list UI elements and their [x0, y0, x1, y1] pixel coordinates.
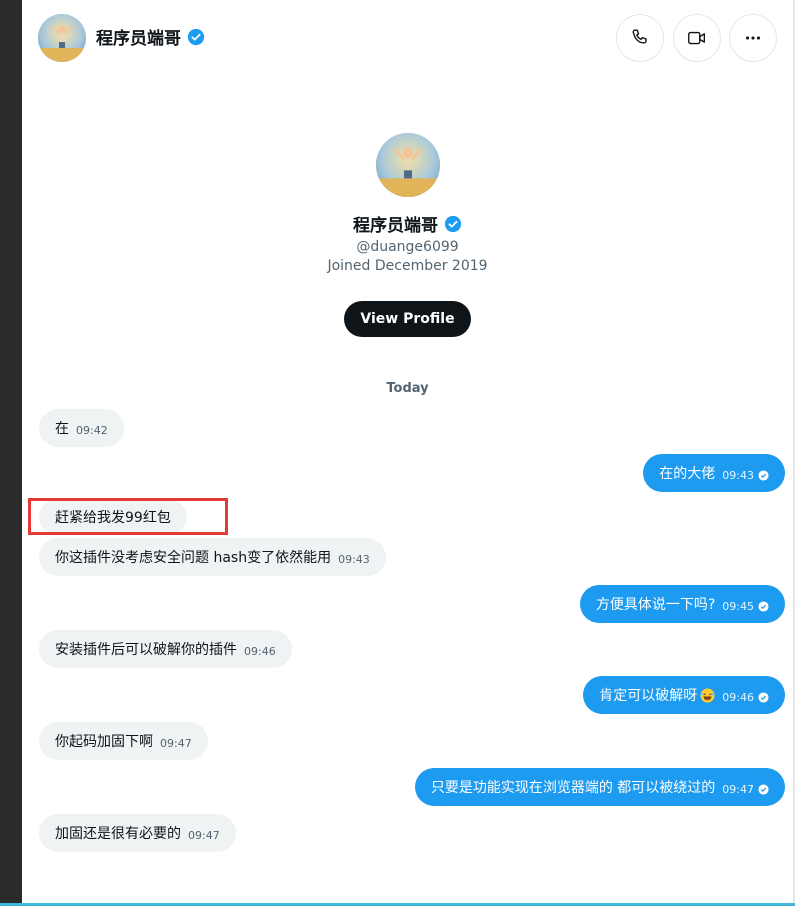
conversation-header: 程序员端哥: [22, 0, 793, 76]
message-time: 09:46: [722, 691, 754, 704]
message-bubble[interactable]: 安装插件后可以破解你的插件 09:46: [39, 630, 292, 668]
message-text: 方便具体说一下吗?: [595, 597, 716, 613]
video-icon: [688, 31, 706, 45]
sent-check-icon: [758, 601, 769, 612]
call-button[interactable]: [616, 14, 664, 62]
message-time: 09:43: [722, 469, 754, 482]
annotation-highlight-box: [28, 498, 228, 535]
profile-card: 程序员端哥 @duange6099 Joined December 2019 V…: [22, 130, 793, 337]
more-options-button[interactable]: [729, 14, 777, 62]
sent-check-icon: [758, 470, 769, 481]
window-edge-strip: [0, 0, 22, 906]
message-text: 加固还是很有必要的: [55, 826, 181, 842]
message-bubble[interactable]: 加固还是很有必要的 09:47: [39, 814, 236, 852]
more-icon: [745, 36, 761, 40]
message-bubble[interactable]: 方便具体说一下吗? 09:45: [579, 585, 785, 623]
message-time: 09:47: [160, 737, 192, 750]
profile-joined-date: Joined December 2019: [327, 258, 488, 274]
profile-display-name: 程序员端哥: [353, 216, 438, 236]
header-display-name[interactable]: 程序员端哥: [96, 24, 181, 49]
message-time: 09:47: [188, 829, 220, 842]
phone-icon: [632, 29, 647, 44]
message-time: 09:42: [76, 424, 108, 437]
date-separator: Today: [386, 381, 429, 396]
message-time: 09:47: [722, 783, 754, 796]
message-time: 09:46: [244, 645, 276, 658]
verified-badge-icon: [187, 28, 205, 46]
message-bubble[interactable]: 肯定可以破解呀 09:46: [583, 676, 785, 714]
message-text: 在的大佬: [659, 466, 716, 482]
message-text: 肯定可以破解呀: [599, 688, 698, 704]
message-text: 安装插件后可以破解你的插件: [55, 642, 237, 658]
message-text: 只要是功能实现在浏览器端的 都可以被绕过的: [430, 780, 716, 796]
message-text: 你起码加固下啊: [55, 734, 153, 750]
verified-badge-icon: [444, 215, 462, 233]
message-bubble[interactable]: 在的大佬 09:43: [643, 454, 785, 492]
message-bubble[interactable]: 你起码加固下啊 09:47: [39, 722, 208, 760]
header-avatar[interactable]: [38, 14, 86, 62]
sent-check-icon: [758, 784, 769, 795]
sent-check-icon: [758, 692, 769, 703]
profile-avatar[interactable]: [375, 133, 440, 197]
profile-handle: @duange6099: [356, 239, 459, 255]
message-text: 在: [55, 421, 69, 437]
video-call-button[interactable]: [673, 14, 721, 62]
message-time: 09:43: [338, 553, 370, 566]
message-bubble[interactable]: 只要是功能实现在浏览器端的 都可以被绕过的 09:47: [414, 768, 785, 806]
message-text: 你这插件没考虑安全问题 hash变了依然能用: [55, 550, 332, 566]
view-profile-button[interactable]: View Profile: [344, 301, 471, 337]
message-bubble[interactable]: 你这插件没考虑安全问题 hash变了依然能用 09:43: [39, 538, 386, 576]
laughing-emoji-icon: [700, 687, 715, 703]
message-time: 09:45: [722, 600, 754, 613]
message-bubble[interactable]: 在 09:42: [39, 409, 124, 447]
